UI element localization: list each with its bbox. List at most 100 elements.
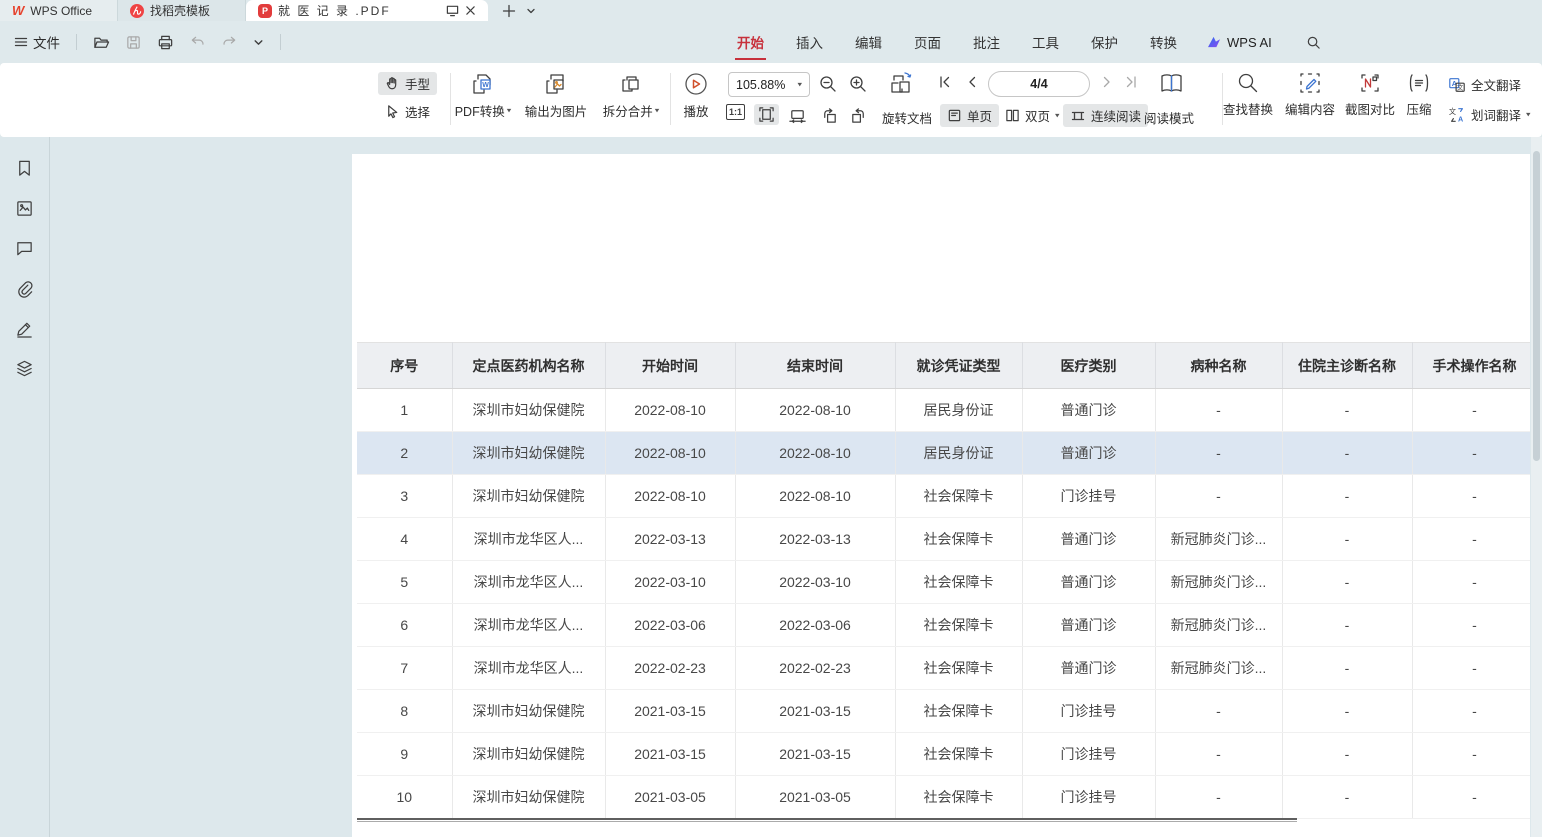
table-cell: - <box>1412 604 1530 647</box>
table-cell: 普通门诊 <box>1022 647 1155 690</box>
full-translate-button[interactable]: A文 全文翻译 <box>1448 75 1521 94</box>
close-tab-icon[interactable] <box>465 5 476 16</box>
scrollbar-thumb[interactable] <box>1533 151 1540 461</box>
chevron-down-icon: ▾ <box>655 106 660 115</box>
undo-button[interactable] <box>185 32 210 53</box>
save-button[interactable] <box>121 32 146 53</box>
vertical-scrollbar[interactable] <box>1531 137 1542 837</box>
tab-wps-office[interactable]: W WPS Office <box>0 0 118 21</box>
table-cell: - <box>1412 733 1530 776</box>
comment-icon[interactable] <box>13 237 36 260</box>
menu-tab-protect[interactable]: 保护 <box>1089 28 1120 56</box>
menu-tab-edit[interactable]: 编辑 <box>853 28 884 56</box>
layers-icon[interactable] <box>13 357 36 380</box>
enter-pc-mode-icon[interactable] <box>446 4 459 17</box>
table-cell: 2022-08-10 <box>735 432 895 475</box>
full-translate-icon: A文 <box>1448 76 1466 94</box>
table-cell: 普通门诊 <box>1022 389 1155 432</box>
zoom-in-button[interactable] <box>848 74 868 94</box>
compress-button[interactable]: 压缩 <box>1398 71 1440 118</box>
find-replace-button[interactable]: 查找替换 <box>1218 71 1278 118</box>
rotate-right-button[interactable] <box>847 104 870 127</box>
thumbnail-icon[interactable] <box>13 197 36 220</box>
fit-page-button[interactable] <box>754 104 779 125</box>
rotate-left-button[interactable] <box>818 104 841 127</box>
compress-icon <box>1407 71 1431 95</box>
tab-docer-templates[interactable]: ん 找稻壳模板 <box>118 0 246 21</box>
docer-icon: ん <box>130 4 144 18</box>
first-page-button[interactable] <box>936 73 954 91</box>
table-cell: 普通门诊 <box>1022 432 1155 475</box>
table-cell: - <box>1282 647 1412 690</box>
double-page-icon <box>1005 108 1020 123</box>
zoom-level-select[interactable]: 105.88% ▾ <box>728 72 810 97</box>
wps-ai-button[interactable]: WPS AI <box>1207 35 1272 50</box>
pdf-convert-button[interactable]: W PDF转换▾ <box>452 71 514 120</box>
tab-list-chevron-icon[interactable] <box>526 6 536 16</box>
table-cell: 社会保障卡 <box>895 776 1022 819</box>
cursor-icon <box>385 104 400 119</box>
undo-redo-chevron-icon[interactable] <box>249 35 268 50</box>
select-tool-button[interactable]: 选择 <box>378 100 437 123</box>
menu-tab-annotate[interactable]: 批注 <box>971 28 1002 56</box>
signature-icon[interactable] <box>13 317 36 340</box>
redo-button[interactable] <box>217 32 242 53</box>
split-merge-button[interactable]: 拆分合并▾ <box>598 71 664 120</box>
zoom-out-button[interactable] <box>818 74 838 94</box>
table-cell: 2021-03-15 <box>605 690 735 733</box>
read-mode-icon[interactable] <box>1158 70 1185 97</box>
full-translate-label: 全文翻译 <box>1471 75 1521 94</box>
screenshot-compare-button[interactable]: 截图对比 <box>1340 71 1400 118</box>
prev-page-button[interactable] <box>963 73 981 91</box>
fit-width-button[interactable] <box>786 104 809 127</box>
file-menu-button[interactable]: 文件 <box>10 29 64 55</box>
fit-width-icon <box>788 106 807 125</box>
play-button[interactable]: 播放 <box>678 71 714 120</box>
menu-search-icon[interactable] <box>1306 35 1321 50</box>
edit-content-button[interactable]: 编辑内容 <box>1280 71 1340 118</box>
continuous-read-button[interactable]: 连续阅读 <box>1063 104 1148 127</box>
menu-tab-convert[interactable]: 转换 <box>1148 28 1179 56</box>
bookmark-icon[interactable] <box>13 157 36 180</box>
table-cell: 2022-03-06 <box>605 604 735 647</box>
table-cell: 2022-03-10 <box>605 561 735 604</box>
table-row: 4深圳市龙华区人...2022-03-132022-03-13社会保障卡普通门诊… <box>357 518 1530 561</box>
split-merge-icon <box>618 71 644 97</box>
table-cell: 2021-03-15 <box>605 733 735 776</box>
print-button[interactable] <box>153 32 178 53</box>
tab-label: WPS Office <box>30 4 92 18</box>
attachment-icon[interactable] <box>13 277 36 300</box>
new-tab-button[interactable] <box>502 4 516 18</box>
double-page-button[interactable]: 双页 ▾ <box>998 104 1067 127</box>
table-cell: 2022-02-23 <box>735 647 895 690</box>
hand-tool-button[interactable]: 手型 <box>378 72 437 95</box>
table-row: 5深圳市龙华区人...2022-03-102022-03-10社会保障卡普通门诊… <box>357 561 1530 604</box>
rotate-pages-button[interactable] <box>888 70 915 97</box>
wps-ai-label: WPS AI <box>1227 35 1272 50</box>
next-page-icon <box>1098 73 1116 91</box>
actual-size-button[interactable]: 1:1 <box>726 104 745 120</box>
read-mode-label[interactable]: 阅读模式 <box>1144 108 1194 127</box>
word-translate-button[interactable]: 文A 划词翻译 ▾ <box>1448 105 1531 124</box>
col-header: 序号 <box>357 343 452 389</box>
next-page-button[interactable] <box>1098 73 1116 91</box>
single-page-button[interactable]: 单页 <box>940 104 999 127</box>
table-cell: - <box>1412 389 1530 432</box>
menu-tab-tools[interactable]: 工具 <box>1030 28 1061 56</box>
table-cell: 深圳市妇幼保健院 <box>452 690 605 733</box>
col-header: 开始时间 <box>605 343 735 389</box>
page-number-input[interactable]: 4/4 <box>988 71 1090 97</box>
table-cell: 2022-08-10 <box>605 475 735 518</box>
last-page-button[interactable] <box>1122 73 1140 91</box>
menu-tab-home[interactable]: 开始 <box>735 28 766 56</box>
open-file-button[interactable] <box>89 32 114 53</box>
export-image-button[interactable]: 输出为图片 <box>518 71 594 120</box>
divider <box>76 34 77 50</box>
tab-document-pdf[interactable]: P 就 医 记 录 .PDF <box>246 0 488 21</box>
menu-tab-insert[interactable]: 插入 <box>794 28 825 56</box>
col-header: 手术操作名称 <box>1412 343 1530 389</box>
menu-tab-page[interactable]: 页面 <box>912 28 943 56</box>
hand-tool-label: 手型 <box>405 74 430 93</box>
word-translate-label: 划词翻译 <box>1471 105 1521 124</box>
col-header: 定点医药机构名称 <box>452 343 605 389</box>
